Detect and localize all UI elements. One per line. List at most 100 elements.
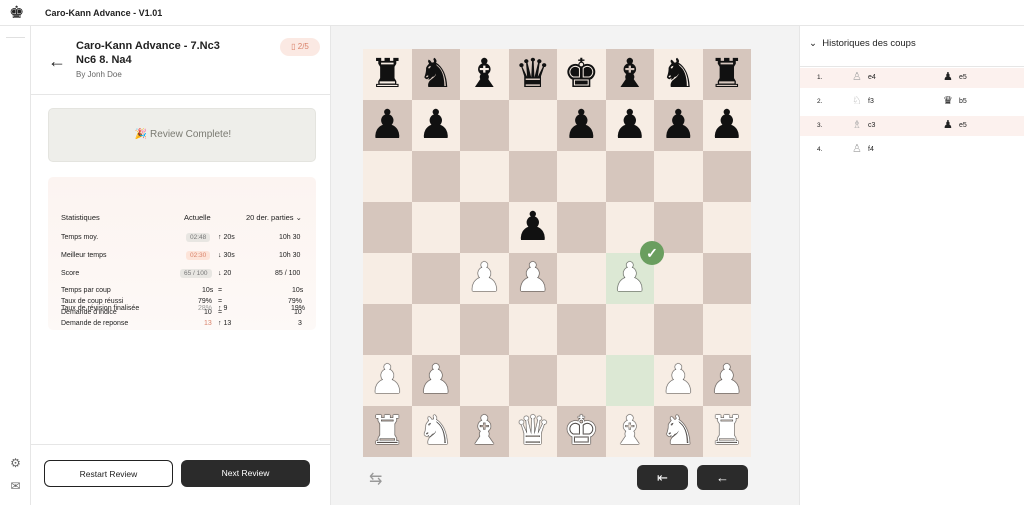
board-square[interactable]: ♟ — [654, 355, 703, 406]
board-square[interactable] — [363, 202, 412, 253]
board-square[interactable]: ♚ — [557, 49, 606, 100]
board-square[interactable] — [605, 151, 654, 202]
move-row[interactable]: 4. ♙ f4 — [800, 140, 1024, 160]
black-rook-piece[interactable]: ♜ — [369, 49, 405, 100]
black-knight-piece[interactable]: ♞ — [418, 49, 454, 100]
white-king-piece[interactable]: ♚ — [563, 406, 599, 457]
white-pawn-piece[interactable]: ♟ — [369, 355, 405, 406]
board-square[interactable]: ♞ — [654, 406, 703, 457]
board-square[interactable] — [508, 151, 557, 202]
move-row[interactable]: 2. ♘ f3 ♛ b5 — [800, 92, 1024, 112]
board-square[interactable]: ♛ — [508, 49, 557, 100]
black-bishop-piece[interactable]: ♝ — [612, 49, 648, 100]
arrow-left-icon[interactable]: ← — [48, 52, 66, 70]
board-square[interactable]: ♜ — [363, 49, 412, 100]
restart-review-button[interactable]: Restart Review — [44, 460, 173, 487]
board-square[interactable]: ♚ — [557, 406, 606, 457]
white-knight-piece[interactable]: ♞ — [418, 406, 454, 457]
board-square[interactable]: ♟ — [654, 100, 703, 151]
board-square[interactable] — [460, 100, 509, 151]
first-move-button[interactable]: ⇤ — [637, 465, 688, 490]
swap-icon[interactable]: ⇆ — [369, 469, 382, 489]
black-bishop-piece[interactable]: ♝ — [466, 49, 502, 100]
mail-icon[interactable]: ✉ — [8, 479, 23, 494]
board-square[interactable] — [460, 151, 509, 202]
board-square[interactable]: ♝ — [460, 406, 509, 457]
black-pawn-piece[interactable]: ♟ — [563, 100, 599, 151]
previous-move-button[interactable]: ← — [697, 465, 748, 490]
board-square[interactable]: ♜ — [363, 406, 412, 457]
board-square[interactable] — [557, 304, 606, 355]
move-row[interactable]: 3. ♗ c3 ♟ e5 — [800, 116, 1024, 136]
board-square[interactable]: ♜ — [702, 49, 751, 100]
chess-board[interactable]: ♜ ♞ ♝ ♛ ♚ ♝ ♞ ♜ ♟ ♟ ♟ ♟ ♟ ♟ ♟ ♟ ♟ ♟ ♟ ♟ ♟ ♟ ♜ ♞ ♝ ♛ ♚ ♝ ♞ ♜ ✓ — [363, 49, 751, 457]
white-pawn-piece[interactable]: ♟ — [515, 253, 551, 304]
board-square[interactable] — [557, 151, 606, 202]
board-square[interactable] — [557, 253, 606, 304]
black-pawn-piece[interactable]: ♟ — [660, 100, 696, 151]
board-square[interactable]: ♟ — [557, 100, 606, 151]
board-square[interactable] — [460, 202, 509, 253]
white-rook-piece[interactable]: ♜ — [709, 406, 745, 457]
board-square[interactable]: ♟ — [411, 355, 460, 406]
board-square[interactable] — [411, 304, 460, 355]
board-square[interactable] — [460, 304, 509, 355]
black-pawn-piece[interactable]: ♟ — [709, 100, 745, 151]
board-square[interactable]: ♟ — [363, 355, 412, 406]
move-row[interactable]: 1. ♙ e4 ♟ e5 — [800, 68, 1024, 88]
gear-icon[interactable]: ⚙ — [8, 456, 23, 471]
board-square[interactable]: ♟ — [508, 202, 557, 253]
black-king-piece[interactable]: ♚ — [563, 49, 599, 100]
board-square[interactable] — [702, 151, 751, 202]
board-square[interactable] — [557, 202, 606, 253]
board-square[interactable]: ♟ — [605, 100, 654, 151]
white-rook-piece[interactable]: ♜ — [369, 406, 405, 457]
board-square[interactable] — [702, 304, 751, 355]
board-square[interactable]: ♟ — [702, 355, 751, 406]
white-bishop-piece[interactable]: ♝ — [612, 406, 648, 457]
board-square[interactable]: ♟ — [363, 100, 412, 151]
white-queen-piece[interactable]: ♛ — [515, 406, 551, 457]
board-square[interactable] — [411, 151, 460, 202]
board-square[interactable]: ♟ — [460, 253, 509, 304]
board-square[interactable]: ♟ — [411, 100, 460, 151]
board-square[interactable]: ♞ — [411, 406, 460, 457]
white-bishop-piece[interactable]: ♝ — [466, 406, 502, 457]
board-square[interactable] — [508, 304, 557, 355]
stats-range-select[interactable]: 20 der. parties ⌄ — [246, 213, 302, 222]
black-pawn-piece[interactable]: ♟ — [612, 100, 648, 151]
board-square[interactable] — [363, 304, 412, 355]
board-square[interactable] — [557, 355, 606, 406]
white-pawn-piece[interactable]: ♟ — [466, 253, 502, 304]
black-pawn-piece[interactable]: ♟ — [418, 100, 454, 151]
white-knight-piece[interactable]: ♞ — [660, 406, 696, 457]
black-knight-piece[interactable]: ♞ — [660, 49, 696, 100]
black-rook-piece[interactable]: ♜ — [709, 49, 745, 100]
board-square[interactable]: ♛ — [508, 406, 557, 457]
board-square[interactable] — [363, 253, 412, 304]
board-square[interactable] — [605, 304, 654, 355]
board-square[interactable] — [460, 355, 509, 406]
board-square[interactable] — [654, 253, 703, 304]
board-square[interactable] — [702, 202, 751, 253]
board-square[interactable]: ♞ — [654, 49, 703, 100]
board-square[interactable]: ♟ — [702, 100, 751, 151]
board-square[interactable] — [654, 151, 703, 202]
board-square[interactable]: ♝ — [605, 49, 654, 100]
board-square[interactable] — [508, 100, 557, 151]
board-square[interactable]: ♜ — [702, 406, 751, 457]
black-pawn-piece[interactable]: ♟ — [369, 100, 405, 151]
black-pawn-piece[interactable]: ♟ — [515, 202, 551, 253]
board-square[interactable]: ♝ — [460, 49, 509, 100]
board-square[interactable] — [508, 355, 557, 406]
next-review-button[interactable]: Next Review — [181, 460, 310, 487]
board-square[interactable] — [702, 253, 751, 304]
white-pawn-piece[interactable]: ♟ — [660, 355, 696, 406]
board-square[interactable]: ♟ — [508, 253, 557, 304]
board-square[interactable]: ♝ — [605, 406, 654, 457]
white-pawn-piece[interactable]: ♟ — [709, 355, 745, 406]
board-square[interactable]: ♞ — [411, 49, 460, 100]
board-square[interactable] — [605, 355, 654, 406]
history-toggle[interactable]: ⌄ Historiques des coups — [809, 38, 916, 49]
black-queen-piece[interactable]: ♛ — [515, 49, 551, 100]
